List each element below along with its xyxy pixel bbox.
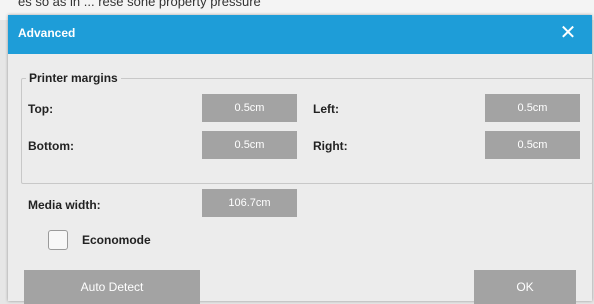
background-caption-text: es so as in ... rese sone property press…	[18, 0, 261, 9]
right-margin-field[interactable]: 0.5cm	[485, 131, 580, 159]
auto-detect-button[interactable]: Auto Detect	[24, 270, 200, 304]
dialog-title: Advanced	[18, 26, 76, 40]
media-width-label: Media width:	[28, 198, 101, 212]
left-margin-label: Left:	[313, 102, 339, 116]
advanced-dialog: Advanced ✕ Printer margins Top: 0.5cm Le…	[8, 15, 593, 304]
close-icon[interactable]: ✕	[558, 23, 578, 43]
dialog-titlebar: Advanced ✕	[8, 15, 592, 54]
printer-margins-label: Printer margins	[26, 71, 121, 85]
top-margin-label: Top:	[28, 102, 54, 116]
ok-button[interactable]: OK	[474, 270, 576, 304]
media-width-field[interactable]: 106.7cm	[202, 189, 297, 217]
economode-checkbox[interactable]	[48, 230, 68, 250]
bottom-margin-label: Bottom:	[28, 139, 74, 153]
economode-label: Economode	[82, 233, 151, 247]
right-margin-label: Right:	[313, 139, 348, 153]
bottom-margin-field[interactable]: 0.5cm	[202, 131, 297, 159]
top-margin-field[interactable]: 0.5cm	[202, 94, 297, 122]
left-margin-field[interactable]: 0.5cm	[485, 94, 580, 122]
